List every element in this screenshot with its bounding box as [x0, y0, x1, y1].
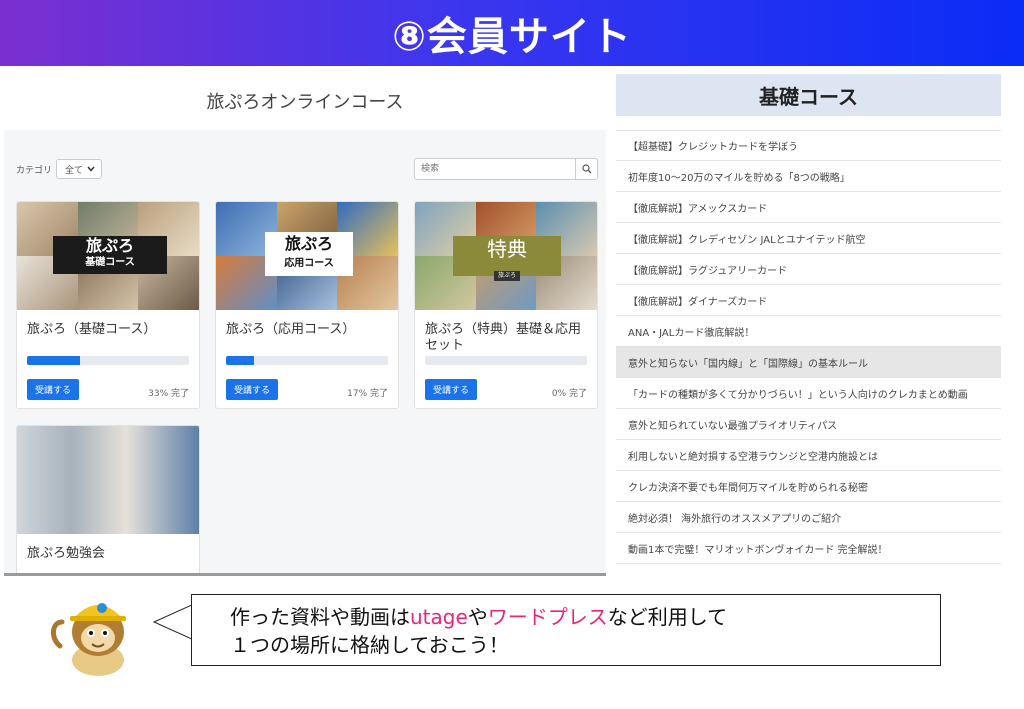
thumbnail-caption: 旅ぷろ 応用コース	[265, 232, 353, 276]
lesson-item[interactable]: 利用しないと絶対損する空港ラウンジと空港内施設とは	[616, 440, 1001, 471]
lesson-item[interactable]: ANA・JALカード徹底解説！	[616, 316, 1001, 347]
lesson-item[interactable]: 意外と知られていない最強プライオリティパス	[616, 409, 1001, 440]
lesson-item[interactable]: 「カードの種類が多くて分かりづらい！」という人向けのクレカまとめ動画	[616, 378, 1001, 409]
category-select-value: 全て	[65, 165, 84, 176]
category-label: カテゴリ	[16, 165, 53, 176]
enroll-button[interactable]: 受講する	[27, 379, 80, 400]
speech-bubble: 作った資料や動画はutageやワードプレスなど利用して １つの場所に格納しておこ…	[191, 594, 941, 666]
speech-line-2: １つの場所に格納しておこう！	[230, 633, 509, 657]
lesson-item[interactable]: クレカ決済不要でも年間何万マイルを貯められる秘密	[616, 471, 1001, 502]
course-thumbnail: 旅ぷろ 基礎コース	[17, 202, 199, 310]
enroll-button[interactable]: 受講する	[226, 379, 279, 400]
speech-line-1: 作った資料や動画はutageやワードプレスなど利用して	[230, 605, 728, 629]
course-title: 旅ぷろ勉強会	[27, 546, 106, 561]
lesson-item[interactable]: 【超基礎】クレジットカードを学ぼう	[616, 130, 1001, 161]
course-card-advanced[interactable]: 旅ぷろ 応用コース 旅ぷろ（応用コース） 受講する 17% 完了	[215, 201, 399, 409]
lesson-item[interactable]: 初年度10～20万のマイルを貯める「8つの戦略」	[616, 161, 1001, 192]
category-filter: カテゴリ 全て	[16, 159, 103, 179]
category-select[interactable]: 全て	[56, 159, 103, 179]
course-card-bonus[interactable]: 特典 旅ぷろ 旅ぷろ（特典）基礎＆応用セット 受講する 0% 完了	[414, 201, 598, 409]
progress-bar	[425, 356, 587, 365]
course-card-study-session[interactable]: 旅ぷろ勉強会	[16, 425, 200, 573]
course-title: 旅ぷろ（応用コース）	[226, 322, 356, 337]
search-input[interactable]	[415, 159, 575, 179]
thumbnail-caption: 特典 旅ぷろ	[453, 236, 561, 281]
slide-title: ⑧会員サイト	[392, 14, 632, 60]
course-title: 旅ぷろ（特典）基礎＆応用セット	[425, 322, 582, 353]
search-button[interactable]	[575, 159, 597, 179]
progress-label: 33% 完了	[148, 389, 189, 399]
course-title: 旅ぷろ（基礎コース）	[27, 322, 157, 337]
speech-bubble-tail	[152, 603, 194, 641]
course-page-title: 旅ぷろオンラインコース	[206, 92, 404, 113]
lesson-item[interactable]: 【徹底解説】ラグジュアリーカード	[616, 254, 1001, 285]
chevron-down-icon	[87, 166, 95, 172]
lesson-item[interactable]: 意外と知らない「国内線」と「国際線」の基本ルール	[616, 347, 1001, 378]
slide-banner: ⑧会員サイト	[0, 0, 1024, 66]
progress-label: 17% 完了	[347, 389, 388, 399]
lesson-item[interactable]: 【徹底解説】ダイナーズカード	[616, 285, 1001, 316]
lesson-item[interactable]: 動画1本で完璧！マリオットボンヴォイカード 完全解説！	[616, 533, 1001, 564]
course-thumbnail: 旅ぷろ 応用コース	[216, 202, 398, 310]
lesson-item[interactable]: 【徹底解説】アメックスカード	[616, 192, 1001, 223]
mascot-monkey-image	[51, 603, 126, 676]
thumbnail-caption: 旅ぷろ 基礎コース	[53, 236, 167, 274]
lesson-list: 【超基礎】クレジットカードを学ぼう 初年度10～20万のマイルを貯める「8つの戦略…	[616, 130, 1001, 564]
progress-bar	[27, 356, 189, 365]
course-thumbnail	[17, 426, 199, 534]
search-icon	[581, 164, 591, 174]
lesson-item[interactable]: 絶対必須！ 海外旅行のオススメアプリのご紹介	[616, 502, 1001, 533]
course-thumbnail: 特典 旅ぷろ	[415, 202, 597, 310]
search-box	[414, 158, 598, 180]
progress-bar	[226, 356, 388, 365]
course-list-area: カテゴリ 全て 旅ぷろ 基礎コース 旅ぷろ（基礎コース	[4, 130, 606, 576]
enroll-button[interactable]: 受講する	[425, 379, 478, 400]
lesson-panel-title: 基礎コース	[616, 74, 1001, 116]
progress-label: 0% 完了	[551, 389, 587, 399]
lesson-item[interactable]: 【徹底解説】クレディセゾン JALとユナイテッド航空	[616, 223, 1001, 254]
course-card-basic[interactable]: 旅ぷろ 基礎コース 旅ぷろ（基礎コース） 受講する 33% 完了	[16, 201, 200, 409]
